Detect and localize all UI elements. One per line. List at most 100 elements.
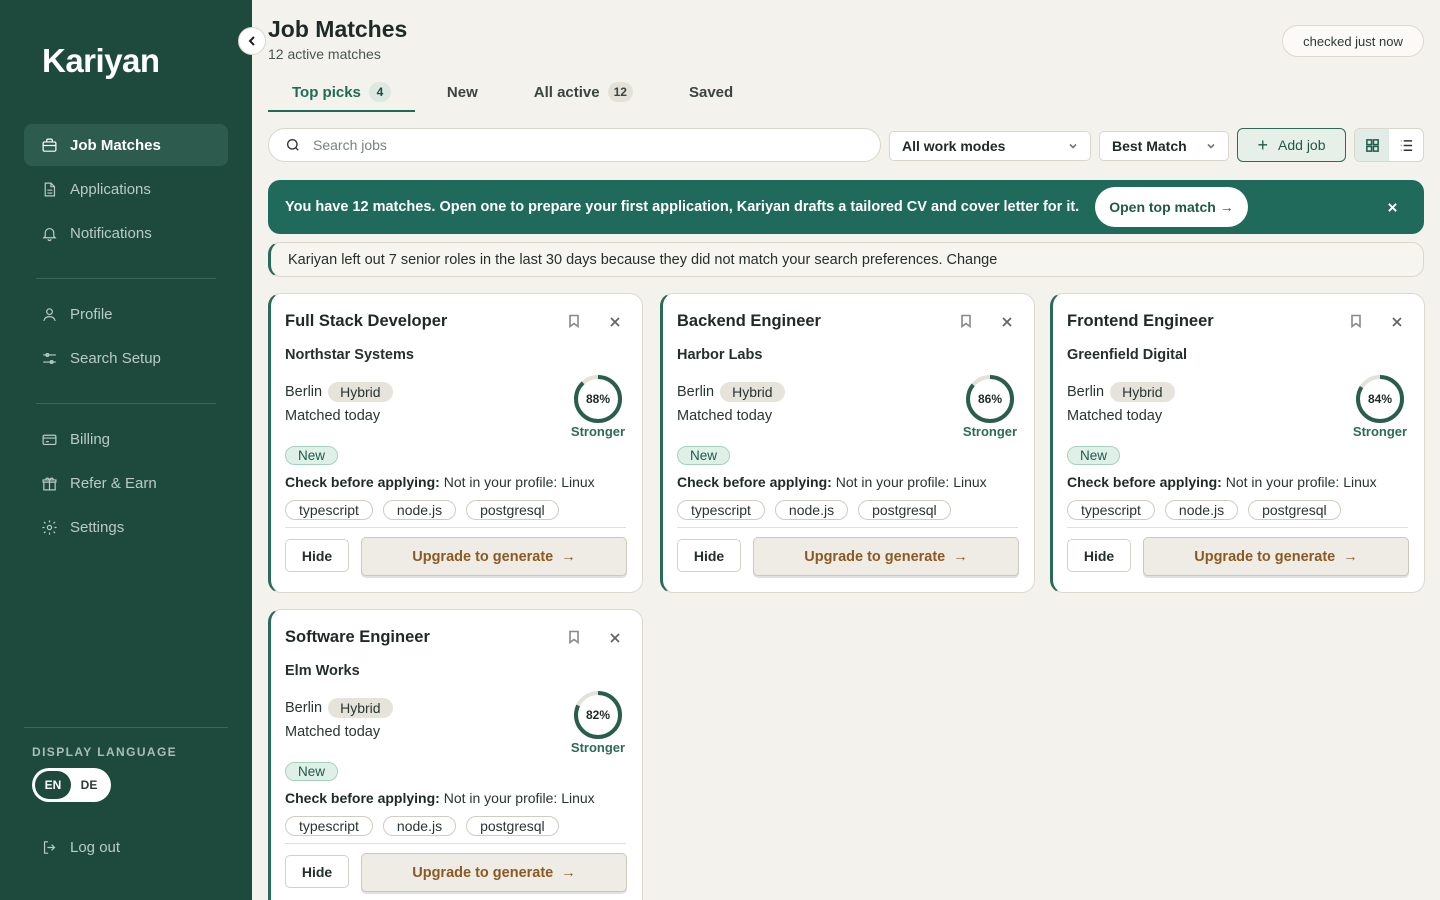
dismiss-job-button[interactable]	[999, 314, 1015, 330]
language-option-de[interactable]: DE	[71, 771, 107, 799]
arrow-right-icon: →	[1343, 548, 1358, 565]
banner-text: You have 12 matches. Open one to prepare…	[285, 199, 1080, 215]
view-toggle	[1354, 128, 1424, 162]
chevron-down-icon	[1207, 143, 1215, 149]
dismiss-job-button[interactable]	[1389, 314, 1405, 330]
sidebar: Kariyan Job Matches Applications Notific…	[0, 0, 252, 900]
sidebar-item-profile[interactable]: Profile	[24, 293, 228, 335]
card-divider	[1067, 527, 1408, 528]
arrow-right-icon: →	[561, 548, 576, 565]
hide-button[interactable]: Hide	[285, 539, 349, 572]
tab-top-picks[interactable]: Top picks 4	[268, 72, 415, 112]
page-title: Job Matches	[268, 16, 408, 42]
sidebar-item-applications[interactable]: Applications	[24, 168, 228, 210]
sidebar-item-label: Billing	[70, 430, 111, 448]
skill-tag: postgresql	[858, 500, 951, 520]
job-card[interactable]: Frontend Engineer Greenfield Digital Ber…	[1050, 293, 1425, 593]
sidebar-item-label: Notifications	[70, 224, 152, 242]
matched-date: Matched today	[677, 408, 773, 424]
check-before-applying: Check before applying: Not in your profi…	[1067, 474, 1377, 490]
open-top-match-button[interactable]: Open top match →	[1095, 187, 1248, 227]
collapse-sidebar-button[interactable]	[238, 27, 266, 55]
job-card[interactable]: Backend Engineer Harbor Labs Berlin Hybr…	[660, 293, 1035, 593]
sidebar-item-job-matches[interactable]: Job Matches	[24, 124, 228, 166]
work-mode-select[interactable]: All work modes	[889, 131, 1091, 161]
search-input[interactable]	[313, 137, 853, 153]
gift-icon	[40, 474, 58, 492]
skill-tag: postgresql	[1248, 500, 1341, 520]
upgrade-label: Upgrade to generate	[412, 864, 554, 881]
close-icon	[1392, 317, 1402, 327]
sidebar-item-billing[interactable]: Billing	[24, 418, 228, 460]
job-title: Frontend Engineer	[1067, 312, 1214, 330]
work-mode-badge: Hybrid	[328, 382, 393, 402]
filter-notice: Kariyan left out 7 senior roles in the l…	[268, 242, 1424, 277]
list-view-button[interactable]	[1389, 129, 1423, 161]
save-job-button[interactable]	[959, 314, 975, 330]
tab-label: Top picks	[292, 83, 361, 101]
sort-select[interactable]: Best Match	[1099, 131, 1229, 161]
dismiss-job-button[interactable]	[607, 314, 623, 330]
logout-button[interactable]: Log out	[24, 826, 228, 868]
check-label: Check before applying:	[285, 790, 440, 806]
sidebar-item-label: Applications	[70, 180, 151, 198]
tab-count: 4	[368, 82, 391, 102]
hide-button[interactable]: Hide	[677, 539, 741, 572]
status-badge: New	[285, 446, 339, 465]
upgrade-label: Upgrade to generate	[804, 548, 946, 565]
check-text: Not in your profile: Linux	[443, 790, 595, 806]
add-job-button[interactable]: + Add job	[1237, 128, 1346, 162]
check-label: Check before applying:	[285, 474, 440, 490]
tab-all-active[interactable]: All active 12	[510, 72, 657, 112]
matched-date: Matched today	[285, 408, 381, 424]
job-card[interactable]: Full Stack Developer Northstar Systems B…	[268, 293, 643, 593]
hide-button[interactable]: Hide	[1067, 539, 1131, 572]
save-job-button[interactable]	[1349, 314, 1365, 330]
app-logo: Kariyan	[42, 42, 160, 79]
grid-view-button[interactable]	[1355, 129, 1389, 161]
upgrade-to-generate-button[interactable]: Upgrade to generate →	[361, 537, 627, 576]
language-option-en[interactable]: EN	[35, 771, 71, 799]
check-text: Not in your profile: Linux	[835, 474, 987, 490]
chevron-left-icon	[248, 36, 255, 46]
job-card[interactable]: Software Engineer Elm Works Berlin Hybri…	[268, 609, 643, 900]
sidebar-item-search-setup[interactable]: Search Setup	[24, 337, 228, 379]
briefcase-icon	[40, 136, 58, 154]
upgrade-to-generate-button[interactable]: Upgrade to generate →	[753, 537, 1019, 576]
location-row: Berlin Hybrid	[285, 698, 393, 718]
match-strength: Stronger	[1352, 424, 1408, 439]
matched-date: Matched today	[285, 724, 381, 740]
upgrade-label: Upgrade to generate	[412, 548, 554, 565]
page-subtitle: 12 active matches	[268, 46, 381, 62]
add-job-label: Add job	[1278, 137, 1326, 153]
sidebar-item-settings[interactable]: Settings	[24, 506, 228, 548]
tab-label: All active	[533, 83, 600, 101]
save-job-button[interactable]	[567, 314, 583, 330]
save-job-button[interactable]	[567, 630, 583, 646]
tab-new[interactable]: New	[415, 72, 510, 112]
search-icon	[287, 139, 299, 151]
skill-tag: postgresql	[466, 816, 559, 836]
display-language-label: DISPLAY LANGUAGE	[32, 745, 178, 759]
close-icon	[610, 317, 620, 327]
status-badge: New	[677, 446, 731, 465]
hide-button[interactable]: Hide	[285, 855, 349, 888]
skill-tag: node.js	[774, 500, 849, 520]
upgrade-to-generate-button[interactable]: Upgrade to generate →	[1143, 537, 1409, 576]
tab-saved[interactable]: Saved	[657, 72, 765, 112]
sidebar-item-refer-earn[interactable]: Refer & Earn	[24, 462, 228, 504]
banner-close-button[interactable]	[1382, 197, 1402, 217]
check-before-applying: Check before applying: Not in your profi…	[285, 790, 595, 806]
sidebar-item-notifications[interactable]: Notifications	[24, 212, 228, 254]
upgrade-to-generate-button[interactable]: Upgrade to generate →	[361, 853, 627, 892]
skill-tag: node.js	[382, 816, 457, 836]
skill-tags: typescript node.js postgresql	[285, 500, 569, 520]
job-location: Berlin	[285, 384, 323, 400]
dismiss-job-button[interactable]	[607, 630, 623, 646]
match-strength: Stronger	[962, 424, 1018, 439]
sidebar-divider	[24, 727, 228, 728]
location-row: Berlin Hybrid	[285, 382, 393, 402]
location-row: Berlin Hybrid	[677, 382, 785, 402]
language-toggle[interactable]: EN DE	[32, 768, 111, 802]
document-icon	[40, 180, 58, 198]
